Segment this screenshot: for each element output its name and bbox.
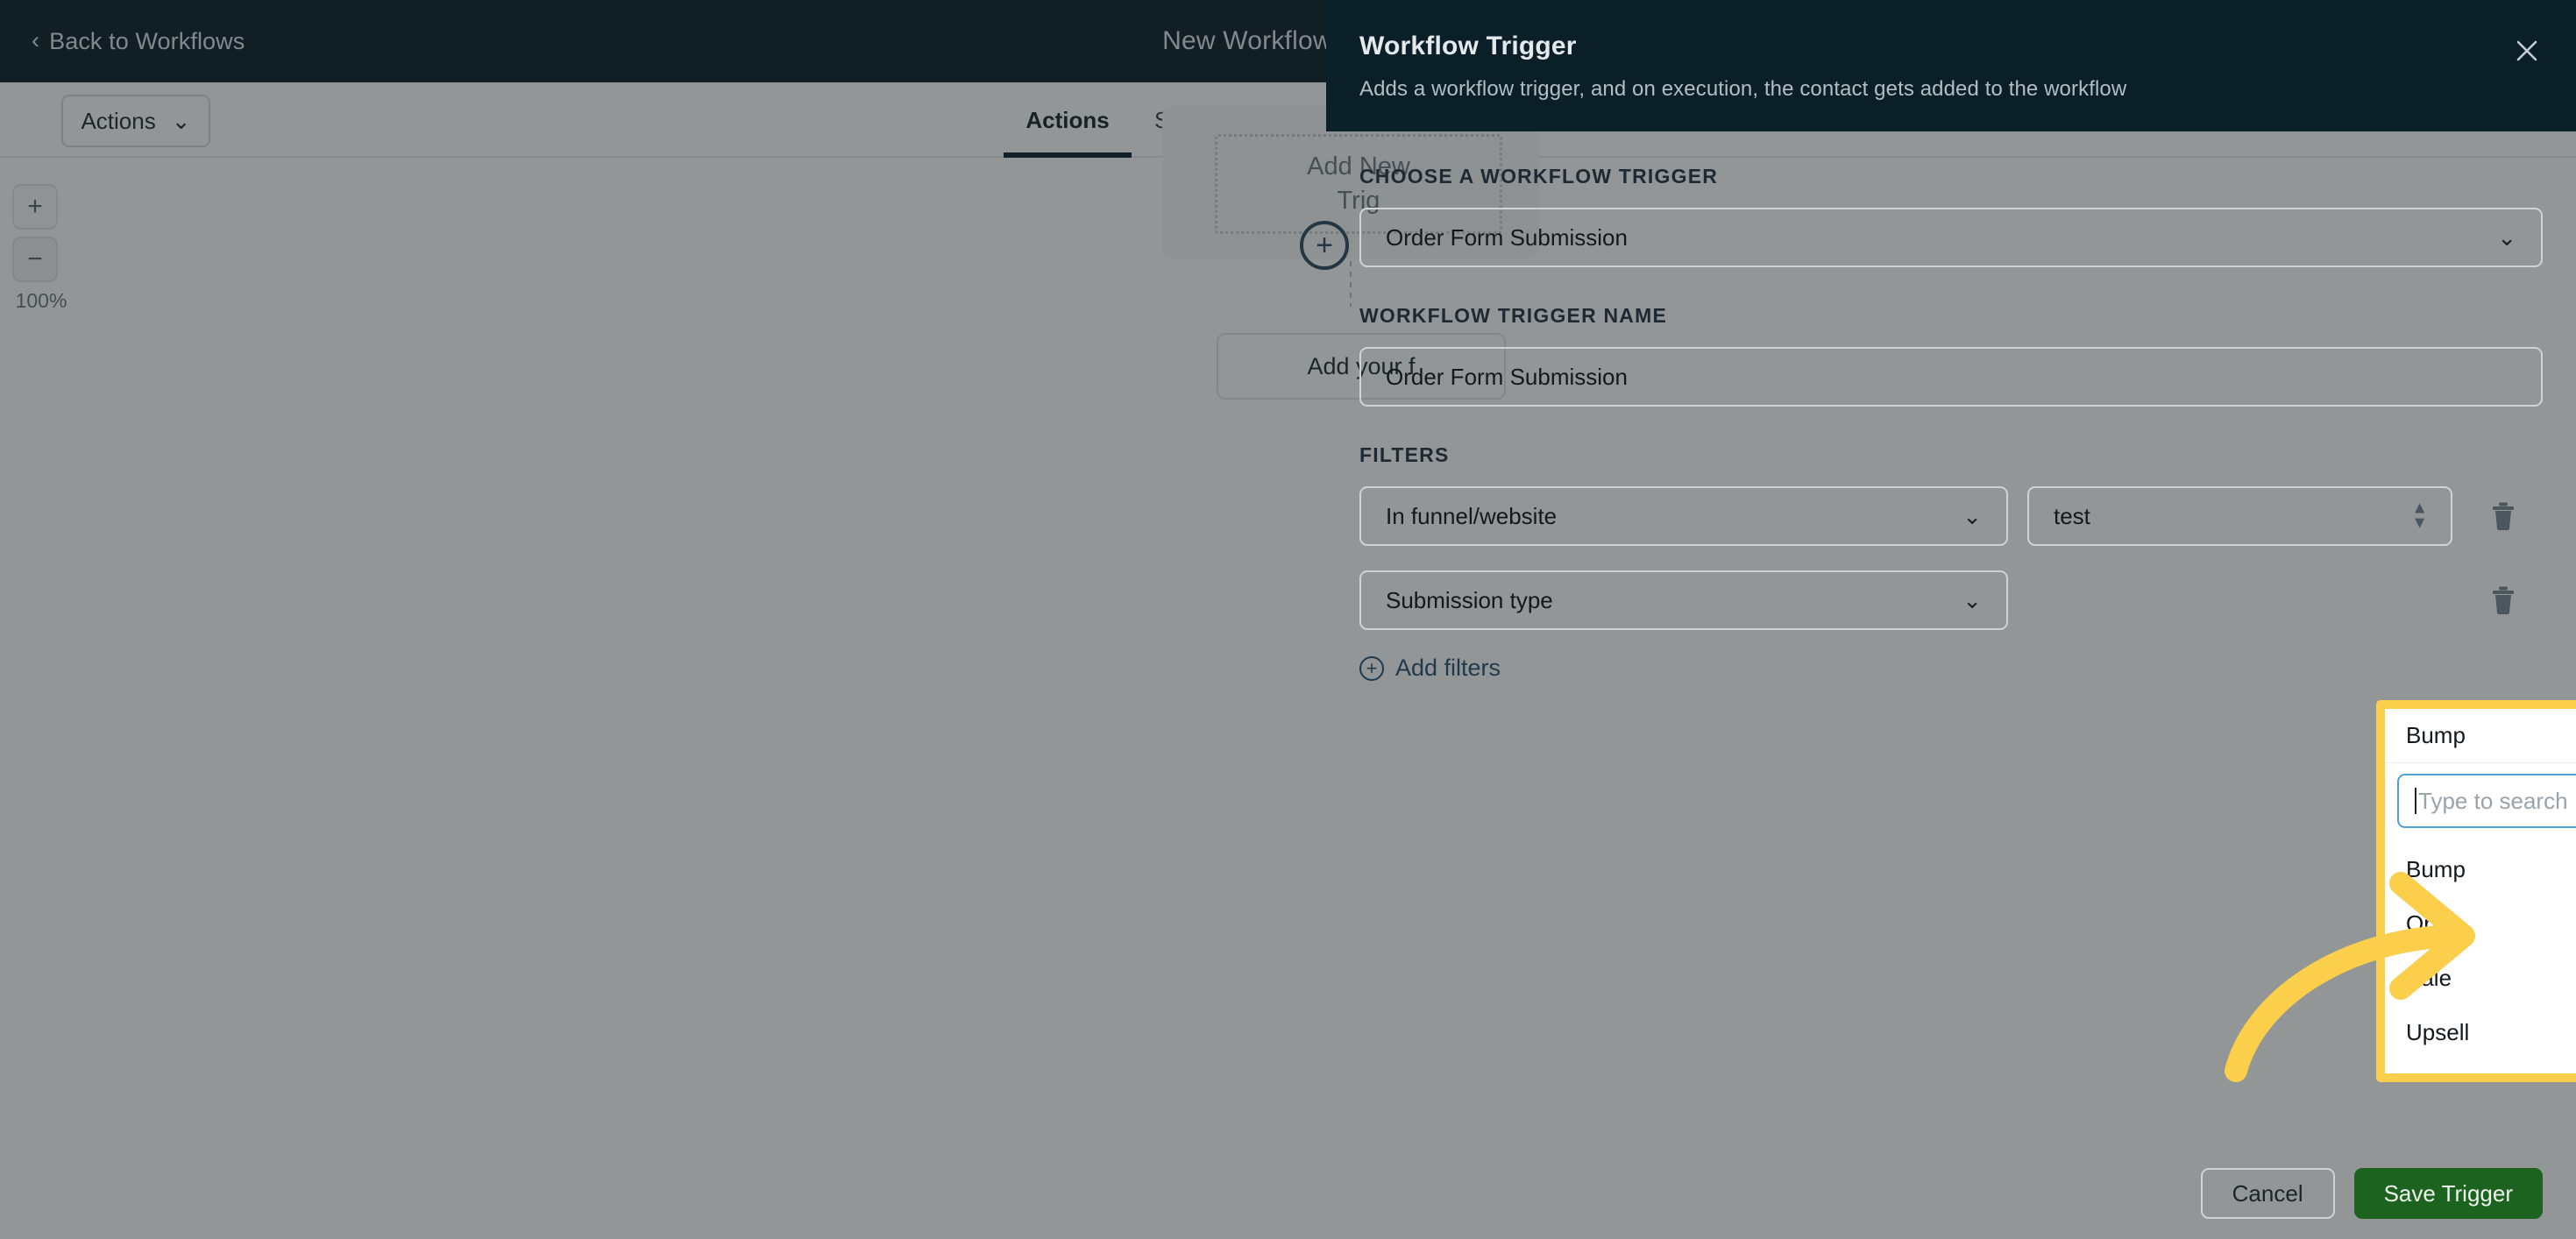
close-icon[interactable] (2508, 32, 2546, 70)
choose-trigger-label: CHOOSE A WORKFLOW TRIGGER (1359, 165, 1719, 188)
add-filters-label: Add filters (1395, 655, 1501, 681)
submission-type-dropdown: Bump ▲▼ Type to search Bump (2376, 700, 2576, 1082)
panel-subtitle: Adds a workflow trigger, and on executio… (1359, 77, 2127, 101)
filter-field-select[interactable]: In funnel/website ⌄ (1359, 486, 2008, 546)
panel-footer: Cancel Save Trigger (1326, 1148, 2576, 1239)
panel-body: CHOOSE A WORKFLOW TRIGGER Order Form Sub… (1326, 131, 2576, 1148)
save-trigger-label: Save Trigger (2383, 1179, 2513, 1207)
dropdown-option-label: Sale (2406, 964, 2452, 991)
choose-trigger-group: CHOOSE A WORKFLOW TRIGGER Order Form Sub… (1359, 165, 2543, 267)
dropdown-search-placeholder: Type to search (2418, 787, 2568, 814)
filters-label: FILTERS (1359, 443, 1450, 466)
choose-trigger-value: Order Form Submission (1386, 223, 1628, 251)
dropdown-option-sale[interactable]: Sale (2385, 951, 2576, 1005)
dropdown-selected-value-trigger[interactable]: Bump ▲▼ (2385, 709, 2576, 763)
filters-group: FILTERS In funnel/website ⌄ test ▲ ▼ Sub… (1359, 443, 2543, 682)
dropdown-option-label: Bump (2406, 855, 2466, 882)
filter-field-value: Submission type (1386, 586, 1553, 613)
chevron-up-down-icon: ▲ ▼ (2411, 499, 2428, 533)
screen-root: ‹ Back to Workflows New Workflow : 1687 … (0, 0, 2576, 1239)
trash-icon[interactable] (2479, 576, 2528, 625)
chevron-down-icon: ⌄ (2497, 224, 2516, 251)
add-filters-button[interactable]: + Add filters (1359, 655, 2543, 682)
trigger-name-group: WORKFLOW TRIGGER NAME Order Form Submiss… (1359, 304, 2543, 407)
dropdown-option-label: OptIn (2406, 910, 2462, 937)
dropdown-option-label: Upsell (2406, 1018, 2470, 1045)
plus-circle-icon: + (1359, 655, 1384, 681)
dropdown-option-bump[interactable]: Bump (2385, 842, 2576, 896)
filter-field-select[interactable]: Submission type ⌄ (1359, 570, 2008, 630)
chevron-down-icon: ⌄ (1962, 587, 1982, 613)
filter-value-text: test (2054, 502, 2090, 529)
chevron-down-icon: ⌄ (1962, 503, 1982, 529)
cancel-button[interactable]: Cancel (2200, 1168, 2335, 1219)
dropdown-option-upsell[interactable]: Upsell (2385, 1005, 2576, 1059)
filter-field-value: In funnel/website (1386, 502, 1558, 529)
choose-trigger-select[interactable]: Order Form Submission ⌄ (1359, 208, 2543, 267)
filter-value-select[interactable]: test ▲ ▼ (2027, 486, 2452, 546)
filter-row: Submission type ⌄ (1359, 570, 2543, 630)
cancel-button-label: Cancel (2232, 1179, 2303, 1207)
dropdown-search-wrap: Type to search (2385, 763, 2576, 837)
text-cursor (2415, 788, 2416, 814)
dropdown-option-optin[interactable]: OptIn (2385, 896, 2576, 951)
panel-title: Workflow Trigger (1359, 32, 1577, 60)
panel-header: Workflow Trigger Adds a workflow trigger… (1326, 0, 2576, 131)
trigger-name-label: WORKFLOW TRIGGER NAME (1359, 304, 1667, 327)
filter-row: In funnel/website ⌄ test ▲ ▼ (1359, 486, 2543, 546)
dropdown-selected-value: Bump (2406, 722, 2466, 748)
save-trigger-button[interactable]: Save Trigger (2353, 1168, 2543, 1219)
workflow-trigger-panel: Workflow Trigger Adds a workflow trigger… (1326, 0, 2576, 1239)
trigger-name-value: Order Form Submission (1386, 363, 1628, 390)
dropdown-option-list: Bump OptIn Sale Upsell (2385, 837, 2576, 1073)
dropdown-search-input[interactable]: Type to search (2397, 774, 2576, 828)
trash-icon[interactable] (2479, 492, 2528, 541)
trigger-name-input[interactable]: Order Form Submission (1359, 347, 2543, 407)
